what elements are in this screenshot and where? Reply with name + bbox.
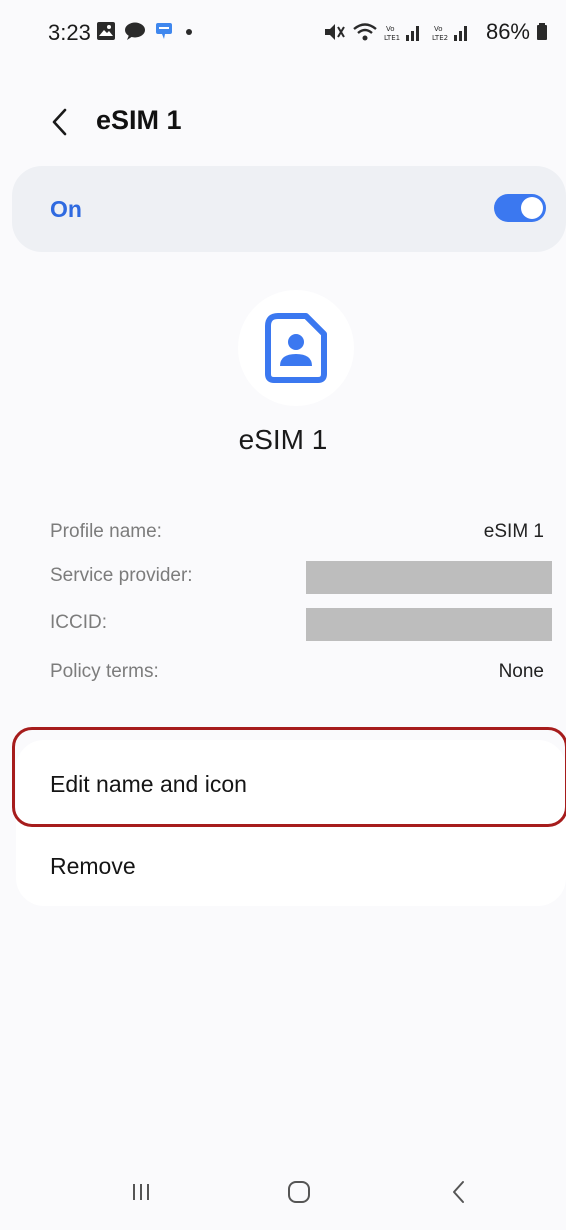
message-icon — [156, 23, 172, 39]
nav-back-button[interactable] — [431, 1170, 487, 1214]
svg-text:Vo: Vo — [386, 25, 395, 33]
edit-name-icon-button[interactable]: Edit name and icon — [16, 744, 566, 824]
back-button[interactable] — [42, 104, 78, 140]
svg-text:LTE1: LTE1 — [384, 34, 400, 42]
nav-bar — [0, 1160, 566, 1230]
actions-card: Edit name and icon Remove — [16, 740, 566, 906]
action-label: Edit name and icon — [50, 771, 247, 797]
recents-button[interactable] — [113, 1170, 169, 1214]
mute-icon — [324, 24, 345, 40]
battery-percent: 86% — [485, 19, 530, 44]
info-value: None — [498, 661, 544, 682]
app-header: eSIM 1 — [0, 92, 566, 152]
profile-title: eSIM 1 — [238, 424, 328, 455]
info-row-policy-terms: Policy terms: None — [50, 657, 544, 689]
info-row-service-provider: Service provider: — [50, 561, 552, 594]
status-right: Vo LTE1 Vo LTE2 86% — [322, 19, 548, 45]
chevron-left-icon — [52, 108, 67, 136]
redacted-value — [306, 608, 552, 641]
redacted-value — [306, 561, 552, 594]
info-label: Service provider: — [50, 565, 193, 586]
action-label: Remove — [50, 853, 136, 879]
status-time: 3:23 — [48, 20, 91, 45]
toggle-knob — [521, 197, 543, 219]
home-icon — [288, 1181, 310, 1203]
info-row-iccid: ICCID: — [50, 608, 552, 641]
info-label: ICCID: — [50, 612, 107, 633]
toggle-label: On — [50, 196, 82, 222]
info-value: eSIM 1 — [483, 521, 544, 542]
esim-avatar — [238, 290, 354, 406]
info-label: Policy terms: — [50, 661, 159, 682]
info-row-profile-name: Profile name: eSIM 1 — [50, 517, 544, 549]
battery-icon — [537, 23, 547, 40]
page-title: eSIM 1 — [96, 105, 182, 135]
svg-text:Vo: Vo — [434, 25, 443, 33]
gallery-icon — [97, 22, 115, 40]
volte-signal-icon: Vo LTE1 Vo LTE2 — [384, 25, 467, 42]
esim-toggle-card[interactable]: On — [12, 166, 566, 252]
notification-icons — [96, 21, 196, 41]
chat-icon — [125, 22, 145, 40]
screen: 3:23 Vo LTE1 Vo LTE2 86% eSIM 1 On eSIM … — [0, 0, 566, 1230]
remove-button[interactable]: Remove — [16, 826, 566, 906]
home-button[interactable] — [271, 1170, 327, 1214]
back-icon — [453, 1181, 464, 1203]
sim-contact-icon — [265, 313, 327, 383]
dot-icon — [186, 29, 192, 35]
svg-text:LTE2: LTE2 — [432, 34, 448, 42]
wifi-icon — [353, 23, 377, 41]
recents-icon — [133, 1184, 149, 1200]
esim-toggle-switch[interactable] — [494, 194, 546, 222]
info-label: Profile name: — [50, 521, 162, 542]
status-bar: 3:23 Vo LTE1 Vo LTE2 86% — [0, 0, 566, 68]
